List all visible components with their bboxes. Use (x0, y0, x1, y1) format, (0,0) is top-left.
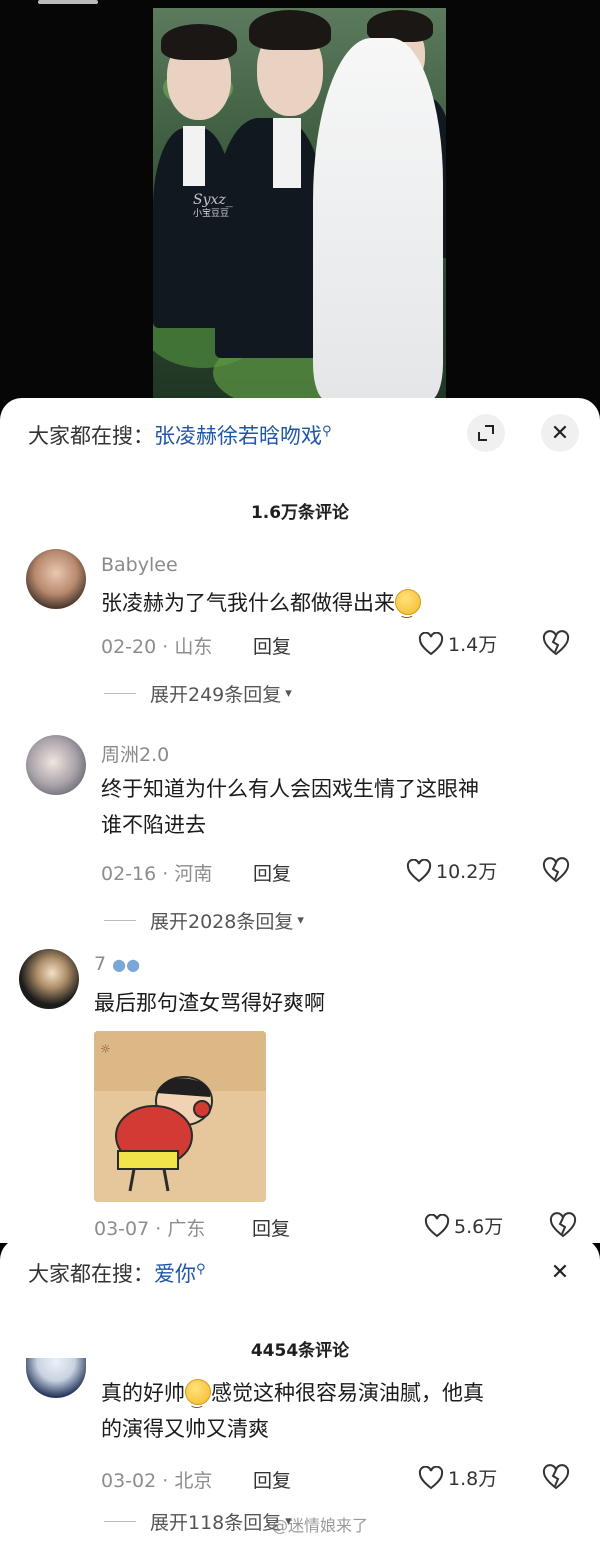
like-button[interactable]: 1.4万 (418, 630, 497, 657)
chevron-down-icon: ▾ (285, 686, 292, 701)
dislike-icon[interactable] (542, 1464, 570, 1490)
avatar[interactable] (19, 949, 79, 1009)
expand-replies[interactable]: 展开249条回复 ▾ (104, 680, 292, 707)
site-watermark: @迷情娘来了 (271, 1516, 368, 1535)
comment-meta: 02-16 · 河南 (101, 863, 213, 885)
reply-button[interactable]: 回复 (252, 1214, 290, 1241)
reply-button[interactable]: 回复 (253, 632, 291, 659)
expand-replies[interactable]: 展开2028条回复 ▾ (104, 907, 304, 934)
video-player[interactable]: Syxz_ 小宝豆豆 (0, 0, 600, 410)
trending-search-link[interactable]: 张凌赫徐若晗吻戏 (154, 424, 322, 448)
comment-sheet: 大家都在搜：张凌赫徐若晗吻戏⚲ ✕ 1.6万条评论 Babylee 张凌赫为了气… (0, 398, 600, 1243)
reply-button[interactable]: 回复 (253, 1466, 291, 1493)
avatar[interactable] (26, 735, 86, 795)
heart-icon (418, 631, 444, 655)
comment-sheet-2: 大家都在搜：爱你⚲ ✕ 4454条评论 真的好帅感觉这种很容易演油腻，他真 的演… (0, 1238, 600, 1544)
expand-sheet-button[interactable] (467, 414, 505, 452)
sticker-image[interactable]: ☼ (94, 1031, 266, 1202)
expand-replies[interactable]: 展开118条回复 ▾ (104, 1508, 292, 1535)
close-button[interactable]: ✕ (541, 1253, 579, 1291)
comment-count: 4454条评论 (250, 1341, 350, 1361)
comment-text: 张凌赫为了气我什么都做得出来 (101, 586, 421, 628)
like-count: 1.4万 (448, 634, 498, 656)
paw-icon: ●● (112, 955, 141, 974)
comment-text: 终于知道为什么有人会因戏生情了这眼神 谁不陷进去 (101, 777, 479, 837)
comment-nickname[interactable]: 周洲2.0 (101, 740, 169, 767)
comment-meta: 03-02 · 北京 (101, 1470, 213, 1492)
dislike-icon[interactable] (542, 630, 570, 656)
trending-search[interactable]: 大家都在搜：张凌赫徐若晗吻戏⚲ (28, 420, 332, 450)
like-button[interactable]: 5.6万 (424, 1212, 503, 1239)
comment-nickname[interactable]: 7 ●● (94, 953, 140, 975)
comment-count: 1.6万条评论 (250, 503, 350, 523)
comment-meta: 02-20 · 山东 (101, 636, 213, 658)
close-button[interactable]: ✕ (541, 414, 579, 452)
status-bar-fragment (38, 0, 98, 4)
search-icon: ⚲ (196, 1262, 206, 1277)
reply-button[interactable]: 回复 (253, 859, 291, 886)
smile-emoji-icon (185, 1379, 211, 1418)
video-frame[interactable]: Syxz_ 小宝豆豆 (153, 8, 446, 400)
expand-icon (478, 425, 494, 441)
dislike-icon[interactable] (542, 857, 570, 883)
like-count: 10.2万 (436, 861, 498, 883)
comment-text: 最后那句渣女骂得好爽啊 (94, 991, 325, 1015)
like-count: 5.6万 (454, 1216, 504, 1238)
smile-emoji-icon (395, 589, 421, 628)
close-icon: ✕ (550, 1259, 570, 1285)
trending-search-link[interactable]: 爱你 (154, 1262, 196, 1286)
like-count: 1.8万 (448, 1468, 498, 1490)
avatar[interactable] (26, 549, 86, 609)
dislike-icon[interactable] (549, 1212, 577, 1238)
comment-meta: 03-07 · 广东 (94, 1218, 206, 1240)
trending-search[interactable]: 大家都在搜：爱你⚲ (28, 1258, 206, 1288)
heart-icon (418, 1465, 444, 1489)
like-button[interactable]: 10.2万 (406, 857, 497, 884)
comment-text: 真的好帅感觉这种很容易演油腻，他真 的演得又帅又清爽 (101, 1376, 484, 1446)
chevron-down-icon: ▾ (297, 913, 304, 928)
heart-icon (406, 858, 432, 882)
heart-icon (424, 1213, 450, 1237)
search-icon: ⚲ (322, 424, 332, 439)
video-watermark: Syxz_ 小宝豆豆 (193, 192, 233, 219)
comment-nickname[interactable]: Babylee (101, 554, 178, 576)
svg-text:☼: ☼ (100, 1042, 111, 1056)
avatar[interactable] (26, 1358, 86, 1398)
close-icon: ✕ (550, 420, 570, 446)
like-button[interactable]: 1.8万 (418, 1464, 497, 1491)
